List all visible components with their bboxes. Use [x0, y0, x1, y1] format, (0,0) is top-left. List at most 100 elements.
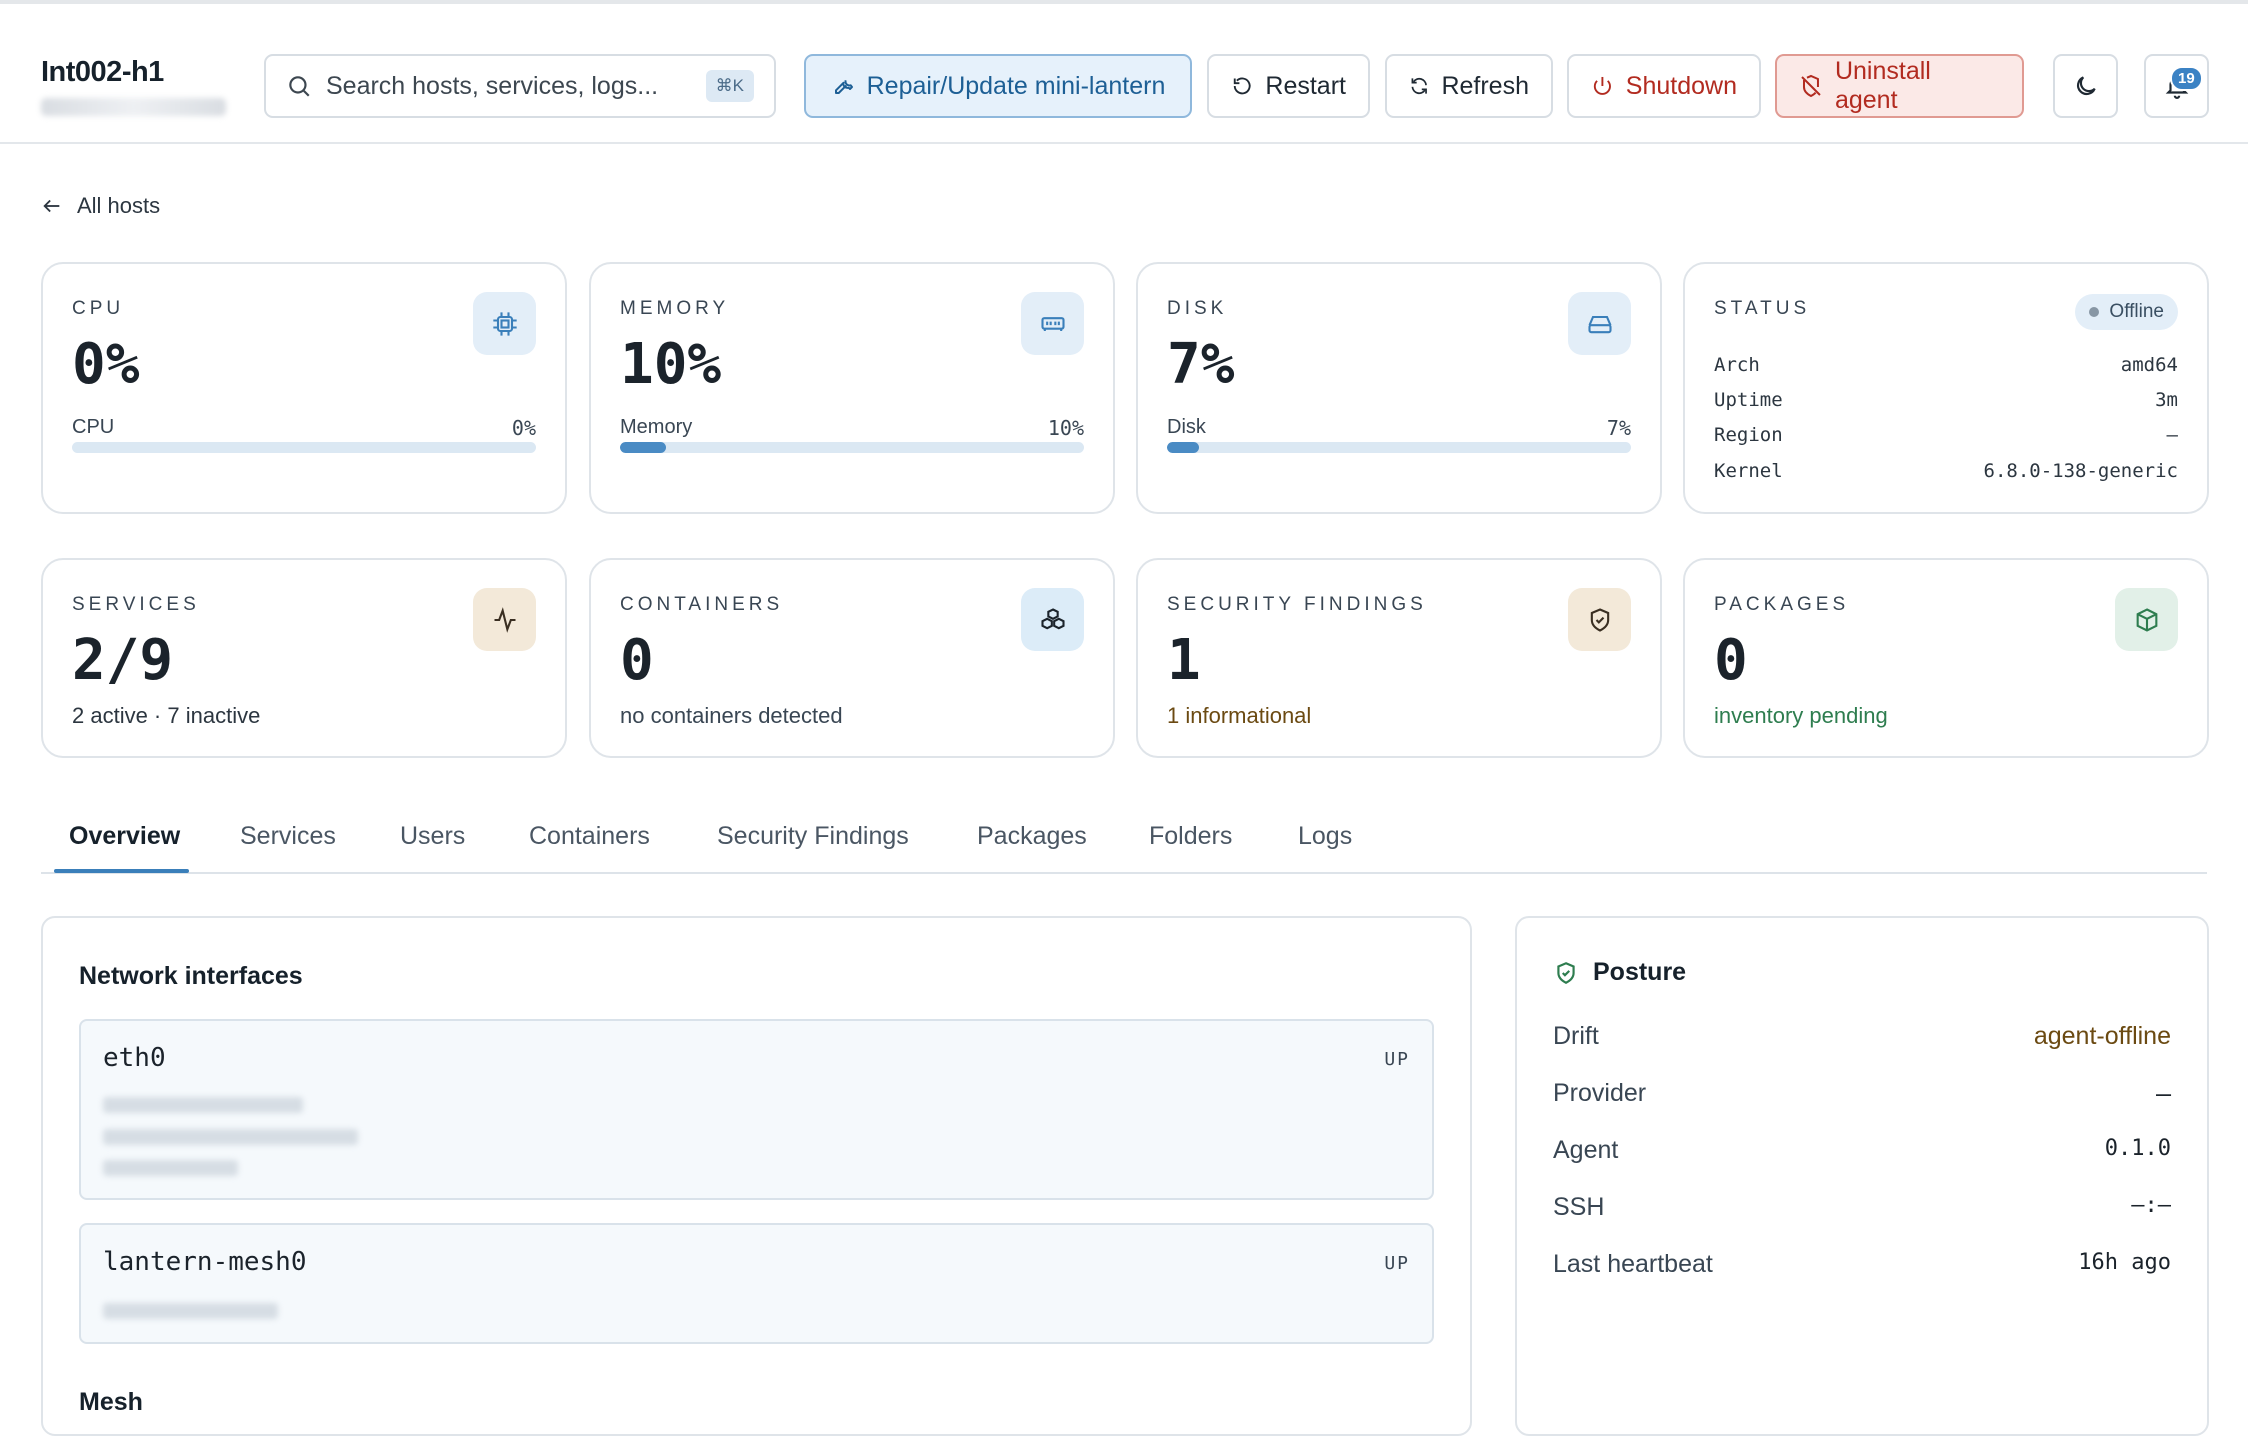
redacted-address: [103, 1129, 358, 1145]
containers-card[interactable]: CONTAINERS 0 no containers detected: [589, 558, 1115, 758]
posture-value: agent-offline: [2033, 1022, 2171, 1050]
cpu-card: CPU 0% CPU 0%: [41, 262, 567, 514]
status-key: Kernel: [1714, 460, 1783, 482]
disk-bar-label: Disk: [1167, 416, 1206, 438]
memory-bar-label: Memory: [620, 416, 693, 438]
cpu-icon: [473, 292, 536, 355]
interface-state: UP: [1384, 1049, 1410, 1070]
tab-overview[interactable]: Overview: [69, 822, 180, 851]
shutdown-button[interactable]: Shutdown: [1567, 54, 1761, 118]
disk-usage-fill: [1167, 442, 1200, 453]
security-findings-sub: 1 informational: [1167, 703, 1312, 728]
disk-value: 7%: [1167, 332, 1235, 397]
posture-value: —:—: [2131, 1193, 2171, 1218]
refresh-label: Refresh: [1441, 71, 1529, 100]
packages-card[interactable]: PACKAGES 0 inventory pending: [1683, 558, 2209, 758]
shield-check-icon: [1568, 588, 1631, 651]
search-icon: [289, 76, 310, 97]
package-icon: [2115, 588, 2178, 651]
disk-bar-value: 7%: [1606, 416, 1631, 440]
tab-bar: Overview Services Users Containers Secur…: [41, 812, 2207, 874]
tab-containers[interactable]: Containers: [529, 822, 650, 851]
posture-row-drift: Drift agent-offline: [1553, 1022, 2171, 1051]
security-findings-value: 1: [1167, 628, 1201, 693]
status-value: 3m: [2155, 389, 2178, 411]
security-findings-card[interactable]: SECURITY FINDINGS 1 1 informational: [1136, 558, 1662, 758]
cpu-usage-bar: [72, 442, 536, 453]
memory-card: MEMORY 10% Memory 10%: [589, 262, 1115, 514]
refresh-icon: [1411, 77, 1427, 95]
memory-bar-value: 10%: [1047, 416, 1084, 440]
search-shortcut: ⌘K: [705, 70, 754, 102]
posture-value: 16h ago: [2078, 1250, 2171, 1275]
network-interfaces-title: Network interfaces: [79, 962, 303, 990]
status-dot: [2089, 307, 2100, 317]
theme-toggle-button[interactable]: [2053, 54, 2118, 118]
posture-row-agent: Agent 0.1.0: [1553, 1136, 2171, 1165]
tab-folders[interactable]: Folders: [1149, 822, 1232, 851]
redacted-address: [103, 1303, 278, 1319]
security-findings-card-label: SECURITY FINDINGS: [1167, 594, 1427, 615]
host-address-redacted: [41, 98, 226, 116]
search-input[interactable]: Search hosts, services, logs... ⌘K: [264, 54, 776, 118]
status-value: —: [2166, 424, 2178, 446]
posture-title: Posture: [1593, 958, 1687, 986]
posture-row-last-heartbeat: Last heartbeat 16h ago: [1553, 1250, 2171, 1279]
host-title: Int002-h1: [41, 56, 164, 88]
power-icon: [1593, 76, 1611, 95]
memory-value: 10%: [620, 332, 722, 397]
status-row-arch: Arch amd64: [1714, 354, 2178, 376]
restart-button[interactable]: Restart: [1207, 54, 1370, 118]
packages-value: 0: [1714, 628, 1748, 693]
packages-card-label: PACKAGES: [1714, 594, 1850, 615]
status-card-label: STATUS: [1714, 298, 1811, 319]
interface-card-eth0: eth0 UP: [79, 1019, 1434, 1200]
tab-users[interactable]: Users: [400, 822, 465, 851]
boxes-icon: [1021, 588, 1084, 651]
back-to-all-hosts-link[interactable]: All hosts: [41, 193, 160, 219]
uninstall-agent-button[interactable]: Uninstall agent: [1775, 54, 2024, 118]
status-value: 6.8.0-138-generic: [1983, 460, 2178, 482]
interface-card-lantern-mesh0: lantern-mesh0 UP: [79, 1223, 1434, 1344]
containers-sub: no containers detected: [620, 703, 843, 728]
packages-sub: inventory pending: [1714, 703, 1888, 728]
uninstall-agent-label: Uninstall agent: [1834, 57, 1931, 114]
posture-key: SSH: [1553, 1193, 1605, 1221]
posture-key: Provider: [1553, 1079, 1647, 1107]
posture-row-ssh: SSH —:—: [1553, 1193, 2171, 1222]
shield-off-icon: [1801, 74, 1821, 98]
tab-packages[interactable]: Packages: [977, 822, 1087, 851]
containers-card-label: CONTAINERS: [620, 594, 784, 615]
status-key: Region: [1714, 424, 1783, 446]
tab-security-findings[interactable]: Security Findings: [717, 822, 909, 851]
services-card[interactable]: SERVICES 2/9 2 active · 7 inactive: [41, 558, 567, 758]
shutdown-label: Shutdown: [1625, 71, 1737, 100]
memory-card-label: MEMORY: [620, 298, 730, 319]
posture-row-provider: Provider —: [1553, 1079, 2171, 1108]
repair-update-button[interactable]: Repair/Update mini-lantern: [804, 54, 1192, 118]
restart-label: Restart: [1265, 71, 1346, 100]
repair-update-label: Repair/Update mini-lantern: [866, 71, 1166, 100]
posture-header: Posture: [1553, 958, 1686, 987]
notification-count-badge: 19: [2170, 66, 2203, 91]
cpu-value: 0%: [72, 332, 140, 397]
services-card-label: SERVICES: [72, 594, 200, 615]
status-badge: Offline: [2075, 294, 2178, 330]
notifications-button[interactable]: 19: [2144, 54, 2209, 118]
rotate-icon: [1233, 77, 1251, 95]
tab-logs[interactable]: Logs: [1298, 822, 1352, 851]
redacted-address: [103, 1160, 238, 1176]
moon-icon: [2076, 76, 2096, 96]
posture-key: Drift: [1553, 1022, 1599, 1050]
disk-card: DISK 7% Disk 7%: [1136, 262, 1662, 514]
redacted-address: [103, 1097, 303, 1113]
posture-key: Last heartbeat: [1553, 1250, 1713, 1278]
status-row-region: Region —: [1714, 424, 2178, 446]
refresh-button[interactable]: Refresh: [1385, 54, 1553, 118]
status-value: amd64: [2120, 354, 2178, 376]
tab-services[interactable]: Services: [240, 822, 336, 851]
interface-name: lantern-mesh0: [103, 1247, 307, 1277]
posture-value: —: [2155, 1079, 2171, 1108]
cpu-card-label: CPU: [72, 298, 125, 319]
mesh-section-title: Mesh: [79, 1388, 143, 1416]
